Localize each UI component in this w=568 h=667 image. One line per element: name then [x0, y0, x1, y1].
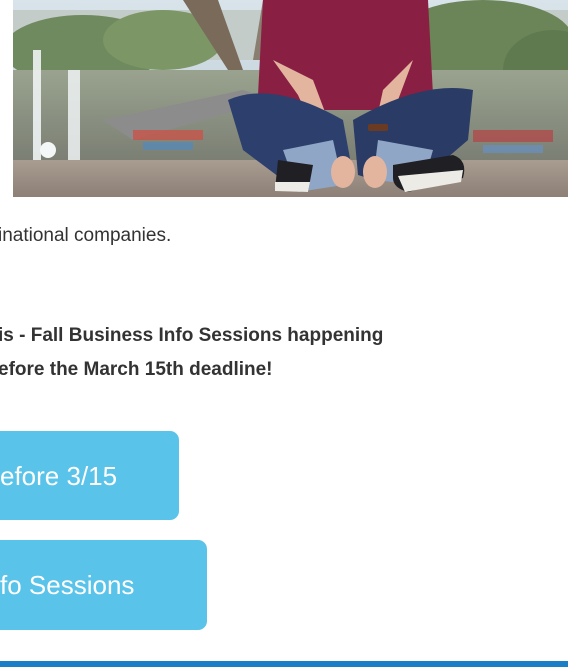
apply-before-deadline-label: efore 3/15: [0, 460, 118, 491]
body-text-companies: inational companies.: [0, 225, 172, 246]
email-content: inational companies. is - Fall Business …: [0, 0, 568, 667]
info-sessions-button[interactable]: fo Sessions: [0, 540, 207, 630]
apply-before-deadline-button[interactable]: efore 3/15: [0, 431, 179, 520]
footer-divider-bar: [0, 661, 568, 667]
hero-photo: [13, 0, 568, 197]
deadline-announcement: efore the March 15th deadline!: [0, 359, 273, 380]
info-sessions-announcement: is - Fall Business Info Sessions happeni…: [0, 325, 384, 346]
info-sessions-label: fo Sessions: [0, 570, 135, 600]
